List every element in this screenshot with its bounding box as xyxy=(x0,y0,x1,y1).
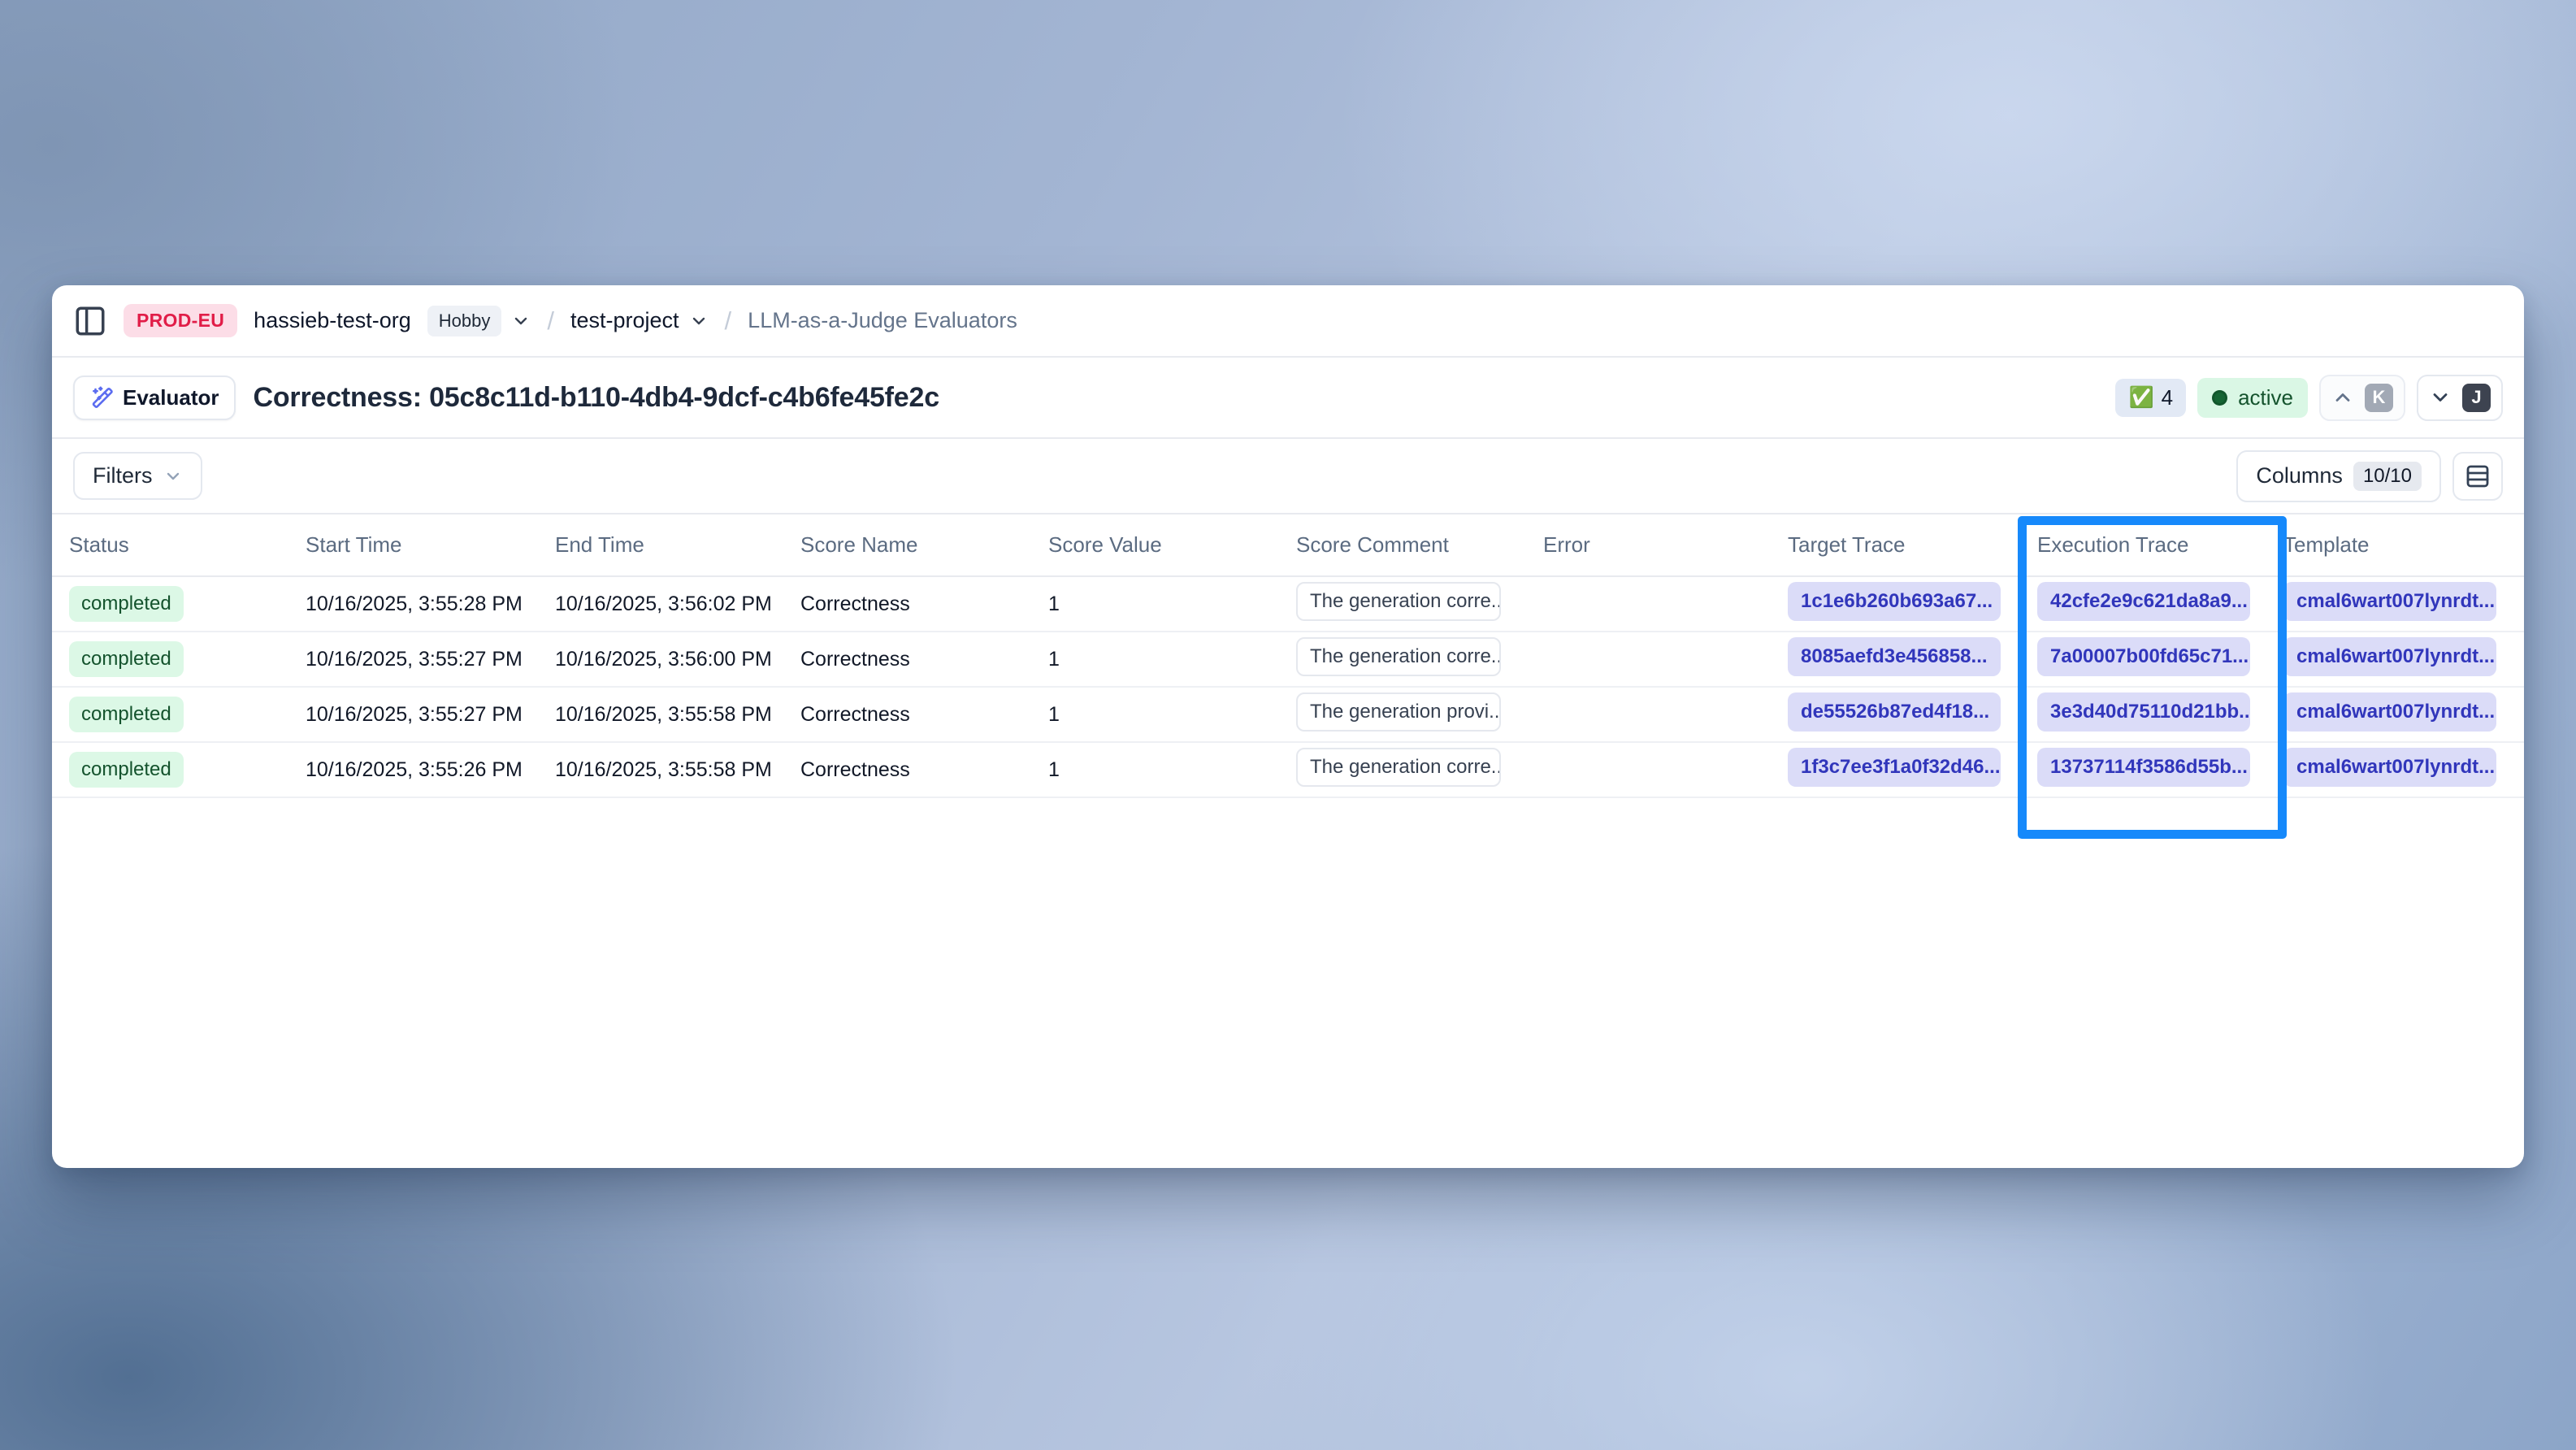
end-time-cell: 10/16/2025, 3:56:02 PM xyxy=(555,593,800,616)
wand-sparkles-icon xyxy=(89,385,114,410)
score-value-cell: 1 xyxy=(1048,758,1296,782)
template-link[interactable]: cmal6wart007lynrdt... xyxy=(2283,582,2496,621)
previous-item-button[interactable]: K xyxy=(2319,375,2405,421)
table-row[interactable]: completed 10/16/2025, 3:55:28 PM 10/16/2… xyxy=(52,577,2524,632)
rows-icon xyxy=(2465,463,2491,489)
table-header-row: Status Start Time End Time Score Name Sc… xyxy=(52,514,2524,577)
start-time-cell: 10/16/2025, 3:55:27 PM xyxy=(306,648,555,671)
target-trace-link[interactable]: 1c1e6b260b693a67... xyxy=(1788,582,2001,621)
shortcut-key-k: K xyxy=(2365,384,2393,412)
panel-left-icon xyxy=(73,304,107,338)
breadcrumb-plan-dropdown[interactable]: Hobby xyxy=(427,306,531,336)
columns-count-badge: 10/10 xyxy=(2353,462,2422,491)
active-dot-icon xyxy=(2212,390,2227,406)
template-link[interactable]: cmal6wart007lynrdt... xyxy=(2283,692,2496,732)
evaluator-type-label: Evaluator xyxy=(123,385,219,410)
breadcrumb-separator: / xyxy=(725,306,732,336)
shortcut-key-j: J xyxy=(2462,384,2491,412)
score-name-cell: Correctness xyxy=(800,648,1048,671)
column-header-execution-trace[interactable]: Execution Trace xyxy=(2037,532,2283,558)
template-link[interactable]: cmal6wart007lynrdt... xyxy=(2283,637,2496,676)
breadcrumb-org[interactable]: hassieb-test-org xyxy=(254,308,411,333)
execution-trace-link[interactable]: 7a00007b00fd65c71... xyxy=(2037,637,2250,676)
execution-trace-link[interactable]: 13737114f3586d55b... xyxy=(2037,748,2250,787)
next-item-button[interactable]: J xyxy=(2417,375,2503,421)
score-comment-cell[interactable]: The generation corre... xyxy=(1296,637,1501,676)
evaluator-runs-table: Status Start Time End Time Score Name Sc… xyxy=(52,514,2524,798)
score-name-cell: Correctness xyxy=(800,758,1048,782)
end-time-cell: 10/16/2025, 3:55:58 PM xyxy=(555,703,800,727)
status-badge: completed xyxy=(69,752,184,788)
chevron-down-icon xyxy=(689,311,709,331)
status-badge[interactable]: active xyxy=(2197,378,2308,418)
target-trace-link[interactable]: 1f3c7ee3f1a0f32d46... xyxy=(1788,748,2001,787)
filters-button[interactable]: Filters xyxy=(73,452,202,500)
score-value-cell: 1 xyxy=(1048,593,1296,616)
run-count-badge[interactable]: ✅ 4 xyxy=(2115,379,2186,417)
score-name-cell: Correctness xyxy=(800,593,1048,616)
score-comment-cell[interactable]: The generation corre... xyxy=(1296,748,1501,787)
page-title: Correctness: 05c8c11d-b110-4db4-9dcf-c4b… xyxy=(254,382,939,414)
table-toolbar: Filters Columns 10/10 xyxy=(52,439,2524,514)
desktop-background: PROD-EU hassieb-test-org Hobby / test-pr… xyxy=(0,0,2576,1450)
start-time-cell: 10/16/2025, 3:55:26 PM xyxy=(306,758,555,782)
execution-trace-link[interactable]: 3e3d40d75110d21bb... xyxy=(2037,692,2250,732)
run-count-value: 4 xyxy=(2162,385,2173,410)
table-row[interactable]: completed 10/16/2025, 3:55:27 PM 10/16/2… xyxy=(52,688,2524,743)
table-row[interactable]: completed 10/16/2025, 3:55:26 PM 10/16/2… xyxy=(52,743,2524,798)
columns-button-label: Columns xyxy=(2256,463,2343,488)
end-time-cell: 10/16/2025, 3:56:00 PM xyxy=(555,648,800,671)
column-header-status[interactable]: Status xyxy=(69,532,306,558)
end-time-cell: 10/16/2025, 3:55:58 PM xyxy=(555,758,800,782)
check-box-icon: ✅ xyxy=(2128,386,2153,410)
execution-trace-link[interactable]: 42cfe2e9c621da8a9... xyxy=(2037,582,2250,621)
status-badge: completed xyxy=(69,697,184,732)
status-badge: completed xyxy=(69,586,184,622)
start-time-cell: 10/16/2025, 3:55:28 PM xyxy=(306,593,555,616)
sidebar-toggle-button[interactable] xyxy=(73,304,107,338)
score-comment-cell[interactable]: The generation corre... xyxy=(1296,582,1501,621)
breadcrumb-project: test-project xyxy=(570,308,679,333)
plan-badge: Hobby xyxy=(427,306,502,336)
columns-button[interactable]: Columns 10/10 xyxy=(2236,450,2441,502)
row-height-button[interactable] xyxy=(2452,452,2503,501)
chevron-down-icon xyxy=(2429,386,2452,409)
breadcrumb-page-title: LLM-as-a-Judge Evaluators xyxy=(748,308,1017,333)
breadcrumb: PROD-EU hassieb-test-org Hobby / test-pr… xyxy=(52,285,2524,358)
chevron-up-icon xyxy=(2331,386,2354,409)
chevron-down-icon xyxy=(163,467,183,486)
column-header-error[interactable]: Error xyxy=(1543,532,1788,558)
score-value-cell: 1 xyxy=(1048,648,1296,671)
breadcrumb-project-dropdown[interactable]: test-project xyxy=(570,308,709,333)
environment-badge: PROD-EU xyxy=(124,304,237,337)
target-trace-link[interactable]: de55526b87ed4f18... xyxy=(1788,692,2001,732)
column-header-target-trace[interactable]: Target Trace xyxy=(1788,532,2037,558)
start-time-cell: 10/16/2025, 3:55:27 PM xyxy=(306,703,555,727)
column-header-template[interactable]: Template xyxy=(2283,532,2524,558)
column-header-score-name[interactable]: Score Name xyxy=(800,532,1048,558)
status-badge-label: active xyxy=(2238,385,2293,410)
status-badge: completed xyxy=(69,641,184,677)
chevron-down-icon xyxy=(511,311,531,331)
table-row[interactable]: completed 10/16/2025, 3:55:27 PM 10/16/2… xyxy=(52,632,2524,688)
column-header-score-value[interactable]: Score Value xyxy=(1048,532,1296,558)
score-comment-cell[interactable]: The generation provi... xyxy=(1296,692,1501,732)
template-link[interactable]: cmal6wart007lynrdt... xyxy=(2283,748,2496,787)
column-header-end-time[interactable]: End Time xyxy=(555,532,800,558)
evaluator-type-badge: Evaluator xyxy=(73,376,236,420)
column-header-score-comment[interactable]: Score Comment xyxy=(1296,532,1543,558)
score-value-cell: 1 xyxy=(1048,703,1296,727)
target-trace-link[interactable]: 8085aefd3e456858... xyxy=(1788,637,2001,676)
column-header-start-time[interactable]: Start Time xyxy=(306,532,555,558)
breadcrumb-separator: / xyxy=(547,306,554,336)
filters-button-label: Filters xyxy=(93,463,153,488)
app-window: PROD-EU hassieb-test-org Hobby / test-pr… xyxy=(52,285,2524,1168)
score-name-cell: Correctness xyxy=(800,703,1048,727)
evaluator-header: Evaluator Correctness: 05c8c11d-b110-4db… xyxy=(52,358,2524,439)
